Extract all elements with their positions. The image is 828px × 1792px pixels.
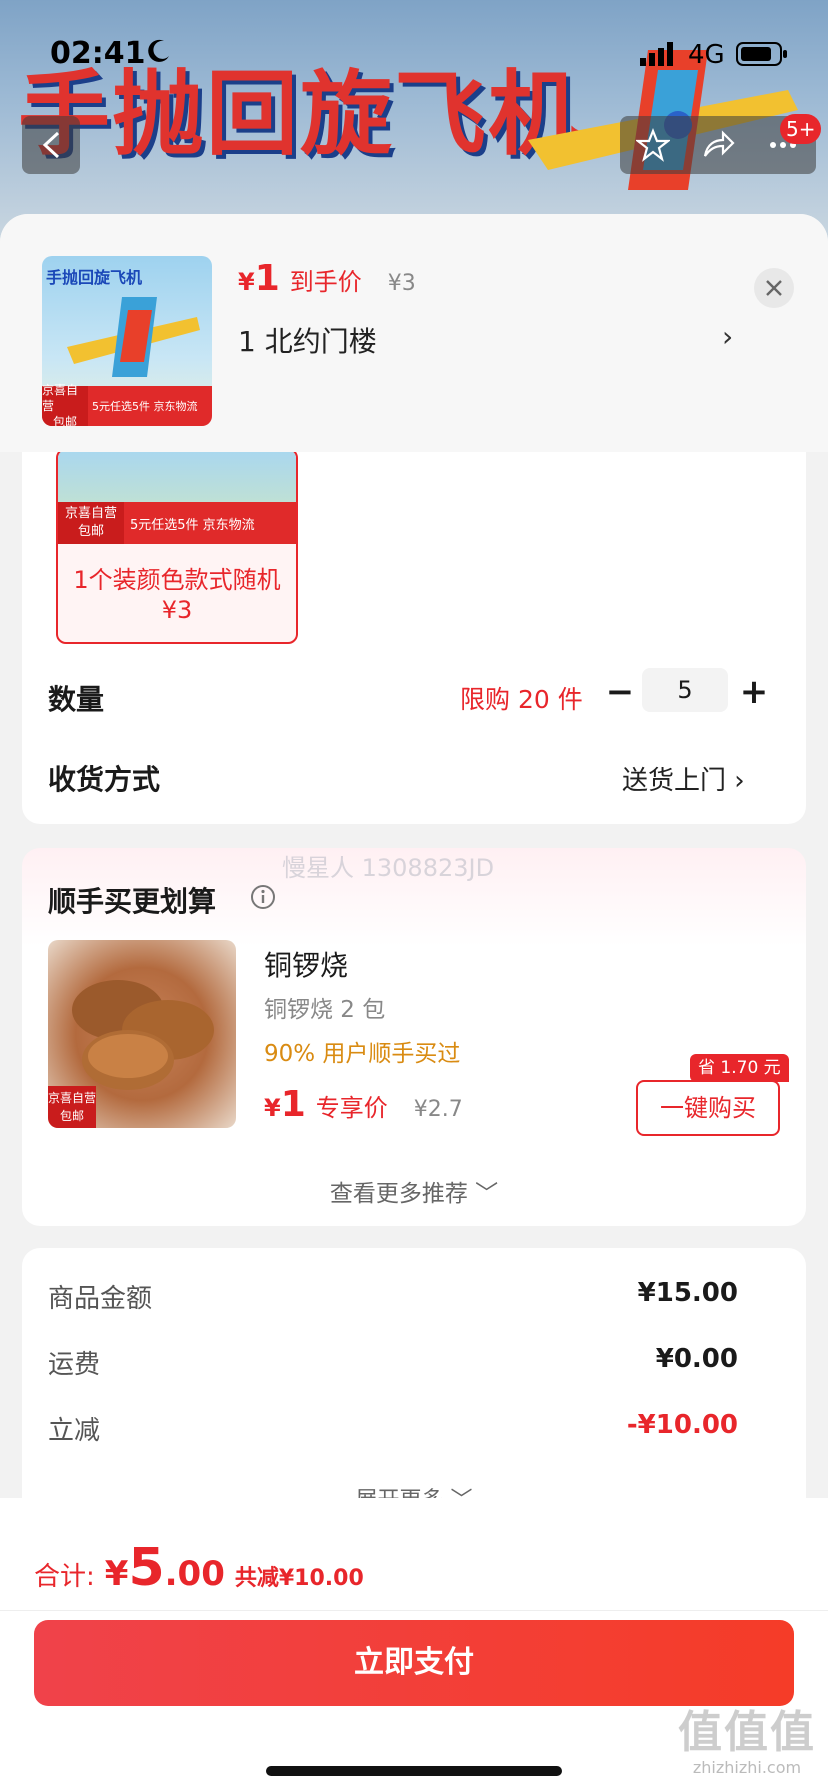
delivery-method-selector[interactable]: 送货上门 › [622,760,745,797]
addon-price-tag: 专享价 [315,1094,388,1122]
home-indicator[interactable] [266,1766,562,1776]
thumb-tag-text: 5元任选5件 京东物流 [92,400,198,413]
close-icon [766,280,782,296]
network-label: 4G [688,40,725,70]
site-watermark-logo: 值值值 [678,1707,816,1758]
addon-image-tag: 京喜自营 包邮 [48,1086,96,1128]
quantity-input[interactable]: 5 [642,668,728,712]
total-discount: 共减¥10.00 [234,1566,364,1591]
signal-icon [640,42,673,66]
original-price: ¥3 [387,271,416,296]
divider [0,1610,828,1611]
addon-original-price: ¥2.7 [413,1097,463,1122]
quantity-limit: 限购 20 件 [460,685,583,714]
pay-bar: 合计: ¥ 5 .00 共减¥10.00 立即支付 值值值 zhizhizhi.… [0,1498,828,1792]
addon-product-name: 铜锣烧 [264,949,349,982]
status-bar: 02:41 4G [0,0,828,100]
addon-price-symbol: ¥ [264,1094,281,1122]
view-more-link[interactable]: 查看更多推荐 ﹀ [22,1174,806,1208]
addon-purchase-stat: 90% 用户顺手买过 [264,1041,461,1067]
addon-title: 顺手买更划算 [48,885,217,918]
summary-value-discount: -¥10.00 [626,1410,738,1440]
chevron-left-icon [42,131,60,159]
total-symbol: ¥ [104,1554,129,1594]
plane-thumbnail-icon [67,297,200,377]
quantity-decrease-button[interactable]: − [600,672,640,712]
thumb-tag-bottom: 包邮 [52,415,77,426]
close-button[interactable] [754,268,794,308]
header-price-line: ¥ 1 到手价 ¥3 [238,258,416,299]
addon-tag-top: 京喜自营 [48,1091,97,1105]
final-price: 1 [254,258,280,299]
site-watermark-url: zhizhizhi.com [692,1758,802,1777]
spec-option-selected[interactable]: 京喜自营 包邮 5元任选5件 京东物流 1个装颜色款式随机 ¥3 [56,448,298,644]
thumb-tag-top: 京喜自营 [42,383,79,413]
total-label: 合计: [34,1562,95,1592]
total-line: 合计: ¥ 5 .00 共减¥10.00 [34,1538,364,1598]
summary-label-discount: 立减 [48,1416,101,1446]
final-price-tag: 到手价 [289,268,362,296]
thumb-title: 手抛回旋飞机 [46,268,143,287]
moon-icon [148,39,169,62]
spec-tag-bottom: 包邮 [77,524,104,539]
summary-value-shipping: ¥0.00 [655,1344,738,1374]
total-amount-dec: .00 [164,1554,225,1594]
price-symbol: ¥ [238,268,255,296]
quantity-label: 数量 [48,683,105,716]
summary-label-shipping: 运费 [48,1350,101,1380]
spec-tag-text: 5元任选5件 京东物流 [130,517,255,533]
addon-price-line: ¥ 1 专享价 ¥2.7 [264,1084,463,1125]
info-icon[interactable] [250,884,276,910]
addon-tag-bottom: 包邮 [59,1109,84,1123]
spec-option-price: ¥3 [161,596,193,624]
quantity-increase-button[interactable]: + [734,672,774,712]
site-watermark: 值值值 zhizhizhi.com [678,1707,816,1778]
addon-save-badge: 省 1.70 元 [690,1054,789,1082]
status-time: 02:41 [50,36,146,71]
addon-price: 1 [280,1084,306,1125]
spec-option-name: 1个装颜色款式随机 [73,566,281,594]
pay-now-button[interactable]: 立即支付 [34,1620,794,1706]
chevron-right-icon[interactable]: › [722,320,733,353]
spec-tag-top: 京喜自营 [64,506,117,521]
sheet-header: 手抛回旋飞机 京喜自营 包邮 5元任选5件 京东物流 ¥ 1 到手价 ¥3 1 … [0,214,828,452]
star-icon[interactable] [635,128,670,162]
spec-tag-badge: 京喜自营 包邮 [58,502,124,544]
user-watermark: 慢星人 1308823JD [282,854,495,882]
one-click-buy-button[interactable]: 一键购买 [636,1080,780,1136]
addon-product-desc: 铜锣烧 2 包 [264,997,386,1023]
summary-label-goods: 商品金额 [48,1284,153,1314]
delivery-label: 收货方式 [48,763,161,796]
back-button[interactable] [22,116,80,174]
addon-recommendation-card: 慢星人 1308823JD 顺手买更划算 京喜自营 包邮 铜锣烧 铜锣烧 2 包… [22,848,806,1226]
thumb-tag: 京喜自营 包邮 5元任选5件 京东物流 [42,383,212,426]
product-thumbnail: 手抛回旋飞机 京喜自营 包邮 5元任选5件 京东物流 [42,256,212,426]
delivery-address[interactable]: 1 北约门楼 [238,320,377,360]
cart-count-badge: 5+ [780,114,822,144]
total-amount-int: 5 [128,1538,165,1598]
share-icon[interactable] [701,128,735,162]
addon-product-image[interactable]: 京喜自营 包邮 [48,940,236,1128]
battery-icon [736,42,787,66]
thumb-tag-badge: 京喜自营 包邮 [42,383,88,426]
spec-tag: 京喜自营 包邮 5元任选5件 京东物流 [58,502,296,544]
summary-value-goods: ¥15.00 [637,1278,738,1308]
